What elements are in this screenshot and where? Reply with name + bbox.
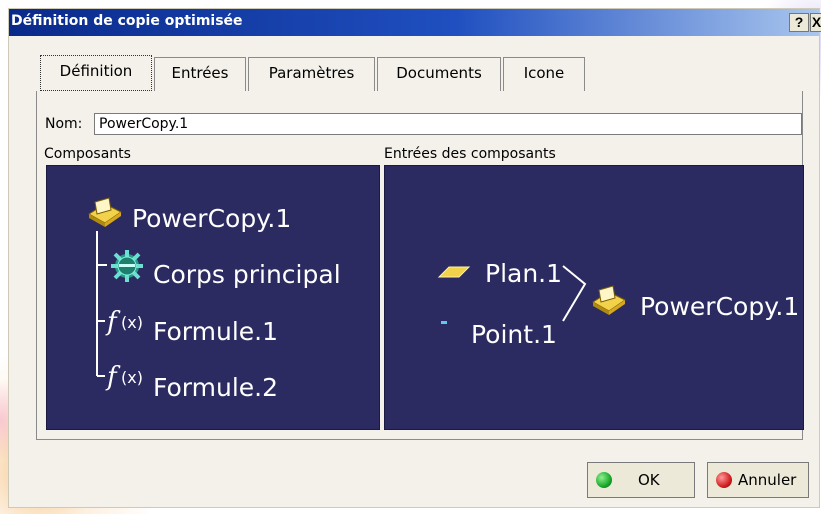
tab-entrees[interactable]: Entrées [154, 57, 246, 91]
name-label: Nom: [45, 116, 83, 132]
formula-icon: f (x) [105, 307, 143, 337]
svg-text:f: f [105, 362, 121, 392]
help-button[interactable]: ? [789, 13, 809, 32]
tab-icone[interactable]: Icone [503, 57, 585, 91]
svg-text:(x): (x) [121, 368, 143, 387]
input-target-powercopy[interactable]: PowerCopy.1 [640, 292, 799, 321]
component-inputs-label: Entrées des composants [384, 146, 556, 162]
title-bar[interactable]: Définition de copie optimisée ? X [9, 9, 821, 36]
tree-item-corps-principal[interactable]: Corps principal [153, 260, 341, 289]
tab-definition[interactable]: Définition [40, 55, 152, 91]
component-inputs-panel[interactable]: Plan.1 Point.1 PowerCopy.1 [384, 165, 804, 430]
input-item-point-1[interactable]: Point.1 [471, 320, 557, 349]
cancel-button[interactable]: Annuler [707, 462, 809, 498]
plane-icon [437, 266, 471, 278]
cancel-icon [716, 472, 732, 488]
powercopy-icon [592, 285, 626, 315]
ok-icon [596, 472, 612, 488]
formula-icon: f (x) [105, 362, 143, 392]
ok-label: OK [638, 471, 660, 489]
gear-icon [111, 250, 143, 282]
tab-documents[interactable]: Documents [377, 57, 501, 91]
tab-parametres[interactable]: Paramètres [248, 57, 375, 91]
cancel-label: Annuler [738, 471, 797, 489]
input-item-plan-1[interactable]: Plan.1 [485, 259, 562, 288]
powercopy-icon [88, 197, 122, 227]
name-input[interactable]: PowerCopy.1 [94, 113, 802, 135]
svg-text:(x): (x) [121, 313, 143, 332]
components-label: Composants [44, 146, 131, 162]
ok-button[interactable]: OK [587, 462, 695, 498]
point-icon [441, 321, 447, 324]
tree-item-formule-1[interactable]: Formule.1 [153, 317, 278, 346]
close-button[interactable]: X [810, 13, 821, 32]
tree-root-powercopy[interactable]: PowerCopy.1 [132, 204, 291, 233]
components-tree-panel[interactable]: PowerCopy.1 Corps principal f (x) Formul… [46, 165, 380, 430]
window-title: Définition de copie optimisée [11, 13, 243, 29]
svg-text:f: f [105, 307, 121, 337]
tree-item-formule-2[interactable]: Formule.2 [153, 373, 278, 402]
